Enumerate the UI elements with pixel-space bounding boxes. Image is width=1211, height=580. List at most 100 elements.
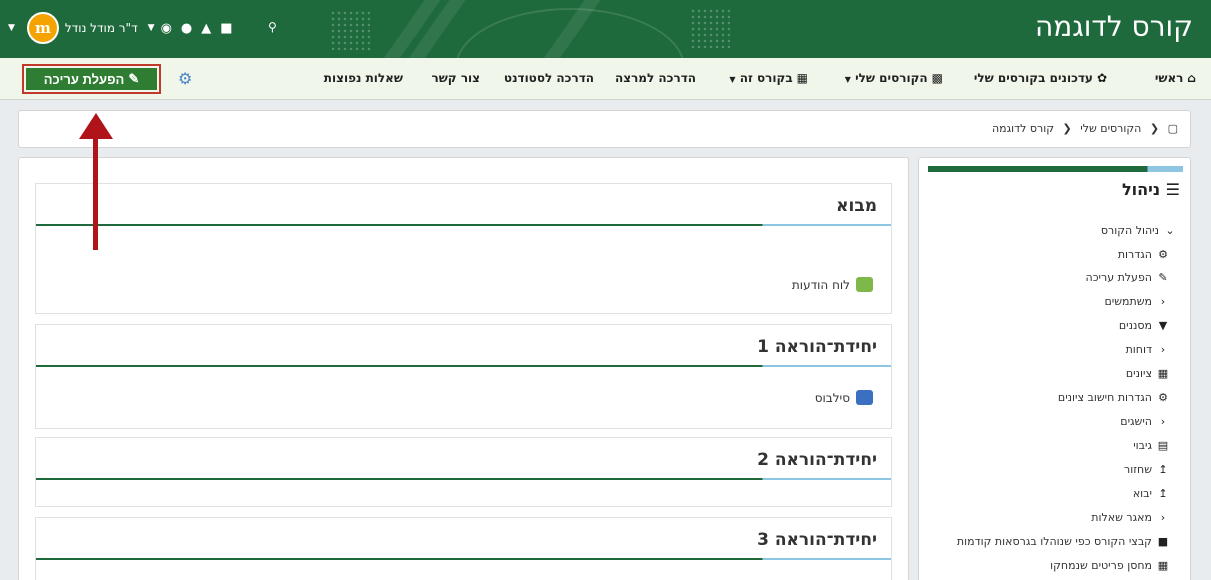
section-title[interactable]: יחידת־הוראה 3 [757, 530, 877, 550]
nav-faq-label: שאלות נפוצות [323, 71, 403, 85]
block-title-label: ניהול [1121, 180, 1161, 199]
edit-mode-button[interactable]: ✎ הפעלת עריכה [26, 68, 157, 90]
admin-item-label: הישגים [1120, 415, 1152, 428]
admin-course-administration[interactable]: ⌄ ניהול הקורס [1101, 224, 1177, 237]
admin-settings[interactable]: ⚙ הגדרות [1118, 248, 1170, 261]
course-section: מבוא לוח הודעות [35, 183, 892, 314]
admin-item-label: הגדרות [1117, 248, 1152, 261]
nav-contact[interactable]: צור קשר [431, 71, 480, 85]
admin-question-bank[interactable]: ‹ מאגר שאלות [1091, 511, 1170, 524]
section-divider [36, 558, 891, 560]
menu-icon: ☰ [1165, 180, 1180, 199]
pencil-icon: ✎ [1158, 271, 1168, 284]
nav-my-courses[interactable]: ▩הקורסים שלי ▼ [845, 71, 943, 85]
course-section: יחידת־הוראה 2 [35, 437, 892, 507]
admin-item-label: גיבוי [1133, 439, 1152, 452]
activity-forum[interactable]: לוח הודעות [792, 277, 873, 292]
edit-mode-highlight: ✎ הפעלת עריכה [22, 64, 161, 94]
section-divider [36, 365, 891, 367]
admin-badges[interactable]: ‹ הישגים [1120, 415, 1170, 428]
avatar[interactable]: m [26, 12, 59, 44]
breadcrumb-my-courses[interactable]: הקורסים שלי [1080, 122, 1141, 135]
admin-item-label: ניהול הקורס [1100, 224, 1159, 237]
edit-icon: ✎ [128, 71, 140, 86]
section-title[interactable]: יחידת־הוראה 1 [757, 337, 877, 357]
activity-label: לוח הודעות [791, 277, 850, 292]
nav-student-guide-label: הדרכה לסטודנט [503, 71, 594, 85]
section-title[interactable]: יחידת־הוראה 2 [757, 450, 877, 470]
video-icon[interactable]: ■ [220, 21, 232, 36]
section-divider [36, 224, 891, 226]
block-header-bar [928, 166, 1183, 172]
admin-item-label: הגדרות חישוב ציונים [1057, 391, 1152, 404]
admin-grades[interactable]: ▦ ציונים [1126, 367, 1170, 380]
nav-faq[interactable]: שאלות נפוצות [324, 71, 403, 85]
admin-legacy-files[interactable]: ■ קבצי הקורס כפי שנוהלו בגרסאות קודמות [957, 535, 1170, 548]
header-decoration [690, 8, 730, 48]
site-title[interactable]: קורס לדוגמה [1035, 10, 1193, 43]
annotation-arrow [93, 130, 98, 250]
admin-restore[interactable]: ↥ שחזור [1124, 463, 1170, 476]
chevron-down-icon: ▼ [729, 75, 736, 84]
chevron-left-icon: ‹ [1160, 511, 1166, 524]
user-name[interactable]: ד"ר מודל נודל [65, 21, 138, 35]
breadcrumb-bar: ▢ ❮ הקורסים שלי ❮ קורס לדוגמה [18, 110, 1191, 148]
forum-icon [856, 277, 873, 292]
breadcrumb: ▢ ❮ הקורסים שלי ❮ קורס לדוגמה [992, 122, 1178, 135]
search-icon[interactable]: ⚲ [268, 20, 277, 34]
admin-item-label: מסננים [1118, 319, 1152, 332]
word-document-icon [856, 390, 873, 405]
chevron-left-icon: ❮ [1149, 122, 1160, 135]
block-title[interactable]: ☰ ניהול [1122, 180, 1180, 199]
section-divider [36, 478, 891, 480]
admin-item-label: שחזור [1124, 463, 1152, 476]
folder-open-icon: ▢ [1167, 122, 1178, 135]
administration-block: ☰ ניהול ⌄ ניהול הקורס ⚙ הגדרות ✎ הפעלת עריכ… [918, 157, 1191, 580]
header-decoration [330, 10, 370, 50]
admin-item-label: משתמשים [1104, 295, 1152, 308]
chevron-down-icon[interactable]: ▼ [8, 23, 15, 33]
admin-backup[interactable]: ▤ גיבוי [1133, 439, 1170, 452]
admin-filters[interactable]: ▼ מסננים [1119, 319, 1170, 332]
admin-gradebook-setup[interactable]: ⚙ הגדרות חישוב ציונים [1058, 391, 1170, 404]
admin-turn-editing-on[interactable]: ✎ הפעלת עריכה [1086, 271, 1170, 284]
file-icon: ▤ [1157, 439, 1169, 452]
gear-icon[interactable]: ⚙ [178, 69, 192, 88]
site-header: ▼ m ד"ר מודל נודל ▼ ◉ ● ▲ ■ ⚲ קורס לדוגמ… [0, 0, 1211, 58]
nav-student-guide[interactable]: הדרכה לסטודנט [504, 71, 594, 85]
chevron-down-icon: ▼ [844, 75, 851, 84]
breadcrumb-current[interactable]: קורס לדוגמה [992, 122, 1054, 135]
admin-item-label: דוחות [1125, 343, 1152, 356]
admin-recycle-bin[interactable]: ▦ מחסן פריטים שנמחקו [1050, 559, 1170, 572]
admin-users[interactable]: ‹ משתמשים [1104, 295, 1170, 308]
globe-icon[interactable]: ◉ [161, 21, 172, 36]
nav-course-updates-label: עדכונים בקורסים שלי [973, 71, 1093, 85]
nav-contact-label: צור קשר [431, 71, 480, 85]
course-section: יחידת־הוראה 3 [35, 517, 892, 580]
nav-home[interactable]: ⌂ראשי [1155, 71, 1196, 85]
gear-icon: ⚙ [1158, 248, 1168, 261]
bell-icon[interactable]: ▲ [201, 21, 211, 36]
section-title[interactable]: מבוא [836, 196, 877, 216]
palette-icon: ✿ [1096, 71, 1107, 85]
filter-icon: ▼ [1158, 319, 1168, 332]
nav-this-course[interactable]: ▦בקורס זה ▼ [729, 71, 808, 85]
chevron-left-icon: ‹ [1160, 295, 1166, 308]
edit-mode-label: הפעלת עריכה [43, 71, 125, 87]
activity-syllabus[interactable]: סילבוס [815, 390, 873, 405]
admin-item-label: קבצי הקורס כפי שנוהלו בגרסאות קודמות [956, 535, 1152, 548]
chevron-left-icon: ‹ [1160, 343, 1166, 356]
chevron-down-icon[interactable]: ▼ [148, 23, 155, 33]
nav-course-updates[interactable]: ✿עדכונים בקורסים שלי [974, 71, 1107, 85]
user-menu[interactable]: ▼ m ד"ר מודל נודל ▼ ◉ ● ▲ ■ [8, 10, 242, 46]
nav-lecturer-guide[interactable]: הדרכה למרצה [615, 71, 696, 85]
nav-this-course-label: בקורס זה [739, 71, 793, 85]
admin-import[interactable]: ↥ יבוא [1133, 487, 1170, 500]
admin-item-label: הפעלת עריכה [1085, 271, 1152, 284]
avatar-letter: m [34, 19, 51, 37]
admin-item-label: מאגר שאלות [1091, 511, 1152, 524]
admin-reports[interactable]: ‹ דוחות [1126, 343, 1170, 356]
admin-item-label: יבוא [1132, 487, 1152, 500]
home-icon: ⌂ [1187, 71, 1196, 85]
chat-icon[interactable]: ● [181, 21, 192, 36]
